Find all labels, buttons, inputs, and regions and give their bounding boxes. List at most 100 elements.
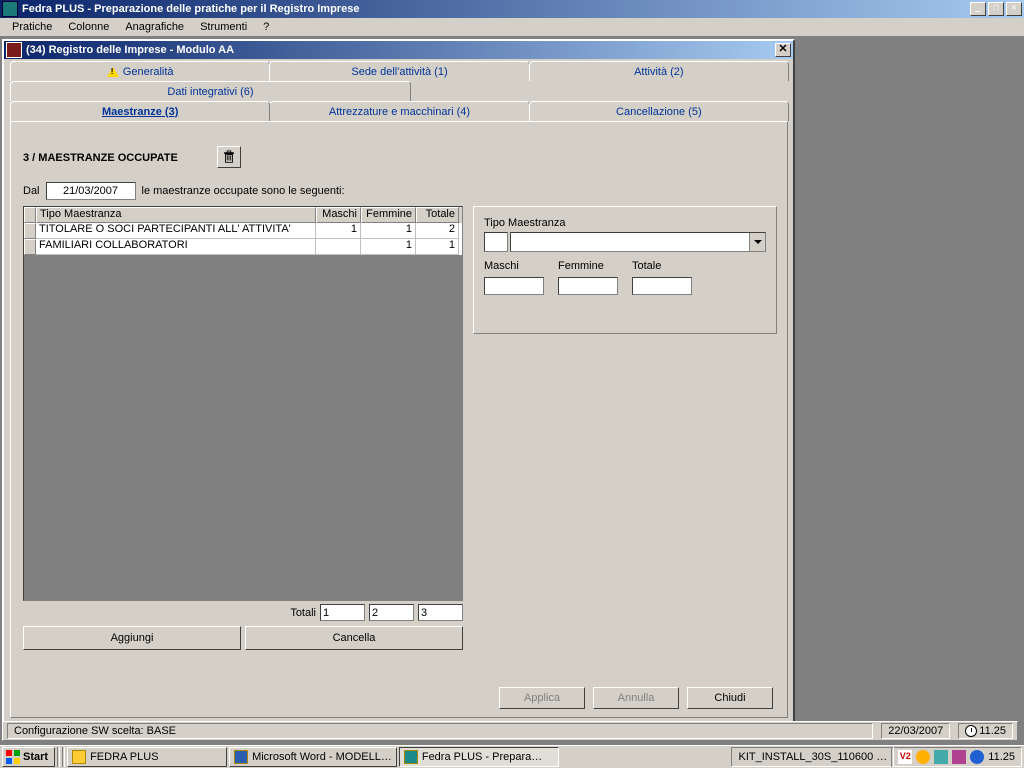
- main-titlebar: Fedra PLUS - Preparazione delle pratiche…: [0, 0, 1024, 18]
- cell-maschi[interactable]: [316, 239, 361, 255]
- maschi-field[interactable]: [484, 277, 544, 295]
- chevron-down-icon[interactable]: [749, 233, 765, 251]
- separator: [57, 747, 60, 767]
- cell-tipo[interactable]: FAMILIARI COLLABORATORI: [36, 239, 316, 255]
- apply-button[interactable]: Applica: [499, 687, 585, 709]
- dal-suffix: le maestranze occupate sono le seguenti:: [142, 185, 345, 197]
- totals-row: Totali: [23, 604, 463, 621]
- status-bar: Configurazione SW scelta: BASE 22/03/200…: [2, 721, 1018, 741]
- cell-totale[interactable]: 2: [416, 223, 459, 239]
- menu-pratiche[interactable]: Pratiche: [4, 19, 60, 35]
- task-label: FEDRA PLUS: [90, 751, 158, 763]
- grid-body: TITOLARE O SOCI PARTECIPANTI ALL' ATTIVI…: [24, 223, 462, 255]
- menu-help[interactable]: ?: [255, 19, 277, 35]
- tray-icon[interactable]: [952, 750, 966, 764]
- totale-field[interactable]: [632, 277, 692, 295]
- tab-sede[interactable]: Sede dell'attività (1): [269, 61, 529, 81]
- totale-label: Totale: [632, 260, 692, 272]
- femmine-label: Femmine: [558, 260, 618, 272]
- trash-icon: [222, 150, 236, 164]
- totals-label: Totali: [290, 607, 316, 619]
- table-row[interactable]: FAMILIARI COLLABORATORI 1 1: [24, 239, 462, 255]
- menu-strumenti[interactable]: Strumenti: [192, 19, 255, 35]
- col-maschi[interactable]: Maschi: [316, 207, 361, 223]
- windows-logo-icon: [6, 750, 20, 764]
- tab-label: Attività (2): [634, 66, 684, 78]
- cell-totale[interactable]: 1: [416, 239, 459, 255]
- status-time: 11.25: [958, 723, 1013, 739]
- dal-date-field[interactable]: 21/03/2007: [46, 182, 136, 200]
- row-selector[interactable]: [24, 223, 36, 239]
- tray-clock: 11.25: [988, 751, 1015, 763]
- child-titlebar: (34) Registro delle Imprese - Modulo AA …: [4, 41, 793, 59]
- tab-dati-integrativi[interactable]: Dati integrativi (6): [10, 81, 411, 101]
- taskbar-item-fedra-folder[interactable]: FEDRA PLUS: [67, 747, 227, 767]
- cell-femmine[interactable]: 1: [361, 223, 416, 239]
- tab-cancellazione[interactable]: Cancellazione (5): [529, 101, 789, 121]
- tipo-label: Tipo Maestranza: [484, 217, 766, 229]
- row-selector[interactable]: [24, 239, 36, 255]
- tray-icon[interactable]: [916, 750, 930, 764]
- dal-label: Dal: [23, 185, 40, 197]
- tab-panel-maestranze: 3 / MAESTRANZE OCCUPATE Dal 21/03/2007 l…: [10, 121, 788, 718]
- minimize-button[interactable]: _: [970, 2, 986, 16]
- col-totale[interactable]: Totale: [416, 207, 459, 223]
- femmine-field[interactable]: [558, 277, 618, 295]
- app-icon: [404, 750, 418, 764]
- tipo-combo[interactable]: [510, 232, 766, 252]
- taskbar-item-word[interactable]: Microsoft Word - MODELL…: [229, 747, 397, 767]
- menu-colonne[interactable]: Colonne: [60, 19, 117, 35]
- totals-totale[interactable]: [418, 604, 463, 621]
- totals-maschi[interactable]: [320, 604, 365, 621]
- tab-label: Cancellazione (5): [616, 106, 702, 118]
- status-time-text: 11.25: [979, 725, 1006, 737]
- warning-icon: [107, 67, 119, 77]
- tray-icon[interactable]: [934, 750, 948, 764]
- taskbar: Start FEDRA PLUS Microsoft Word - MODELL…: [0, 745, 1024, 768]
- tab-label: Attrezzature e macchinari (4): [329, 106, 470, 118]
- app-icon: [2, 1, 18, 17]
- task-label: Microsoft Word - MODELL…: [252, 751, 392, 763]
- child-window: (34) Registro delle Imprese - Modulo AA …: [2, 39, 795, 734]
- word-icon: [234, 750, 248, 764]
- delete-button[interactable]: Cancella: [245, 626, 463, 650]
- start-label: Start: [23, 751, 48, 763]
- row-selector-header: [24, 207, 36, 223]
- restore-button[interactable]: ❐: [988, 2, 1004, 16]
- tab-attivita[interactable]: Attività (2): [529, 61, 789, 81]
- add-button[interactable]: Aggiungi: [23, 626, 241, 650]
- menu-bar: Pratiche Colonne Anagrafiche Strumenti ?: [0, 18, 1024, 37]
- table-row[interactable]: TITOLARE O SOCI PARTECIPANTI ALL' ATTIVI…: [24, 223, 462, 239]
- cell-femmine[interactable]: 1: [361, 239, 416, 255]
- totals-femmine[interactable]: [369, 604, 414, 621]
- task-label: Fedra PLUS - Prepara…: [422, 751, 542, 763]
- col-femmine[interactable]: Femmine: [361, 207, 416, 223]
- close-dialog-button[interactable]: Chiudi: [687, 687, 773, 709]
- tab-label: Dati integrativi (6): [167, 86, 253, 98]
- status-date: 22/03/2007: [881, 723, 950, 739]
- clock-icon: [965, 725, 977, 737]
- start-button[interactable]: Start: [2, 747, 55, 767]
- cancel-dialog-button[interactable]: Annulla: [593, 687, 679, 709]
- child-close-button[interactable]: ✕: [775, 43, 791, 57]
- cell-maschi[interactable]: 1: [316, 223, 361, 239]
- tab-label: Maestranze (3): [102, 106, 178, 118]
- tray-icon[interactable]: V2: [898, 750, 912, 764]
- cell-tipo[interactable]: TITOLARE O SOCI PARTECIPANTI ALL' ATTIVI…: [36, 223, 316, 239]
- taskbar-item-fedra-app[interactable]: Fedra PLUS - Prepara…: [399, 747, 559, 767]
- menu-anagrafiche[interactable]: Anagrafiche: [117, 19, 192, 35]
- col-tipo[interactable]: Tipo Maestranza: [36, 207, 316, 223]
- tray-text: KIT_INSTALL_30S_110600 …: [738, 751, 887, 763]
- tab-attrezzature[interactable]: Attrezzature e macchinari (4): [269, 101, 529, 121]
- tipo-code-field[interactable]: [484, 232, 508, 252]
- tray-icon[interactable]: [970, 750, 984, 764]
- delete-section-button[interactable]: [217, 146, 241, 168]
- status-config: Configurazione SW scelta: BASE: [7, 723, 873, 739]
- close-button[interactable]: ✕: [1006, 2, 1022, 16]
- tab-generalita[interactable]: Generalità: [10, 61, 270, 81]
- maschi-label: Maschi: [484, 260, 544, 272]
- grid-header: Tipo Maestranza Maschi Femmine Totale: [24, 207, 462, 223]
- system-tray[interactable]: KIT_INSTALL_30S_110600 … V2 11.25: [731, 747, 1022, 767]
- maestranze-grid[interactable]: Tipo Maestranza Maschi Femmine Totale TI…: [23, 206, 463, 601]
- tab-maestranze[interactable]: Maestranze (3): [10, 101, 270, 121]
